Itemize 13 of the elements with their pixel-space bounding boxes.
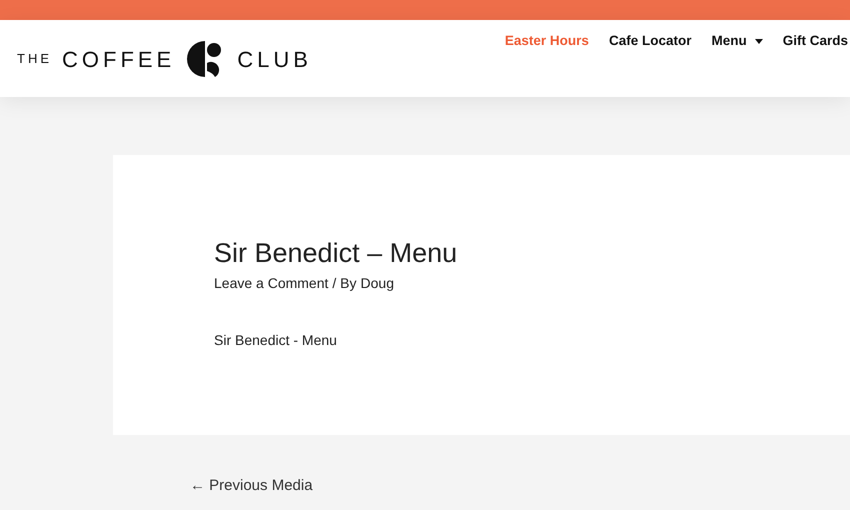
byline-text: / By [332, 274, 357, 293]
nav-link[interactable]: Gift Cards [782, 31, 848, 52]
logo-word: CLUB [237, 46, 312, 74]
nav-link[interactable]: Cafe Locator [608, 31, 692, 52]
logo-word: COFFEE [62, 46, 176, 74]
previous-link[interactable]: ← Previous Media [190, 475, 313, 498]
nav-link[interactable]: Menu [711, 31, 763, 52]
comment-link[interactable]: Leave a Comment [214, 273, 328, 294]
author-link[interactable]: Doug [360, 273, 394, 294]
logo-word: THE [17, 50, 52, 68]
site-logo[interactable]: THE COFFEE CLUB [17, 39, 312, 79]
post-body: Sir Benedict - Menu [214, 331, 338, 350]
post-title: Sir Benedict – Menu [214, 237, 458, 270]
